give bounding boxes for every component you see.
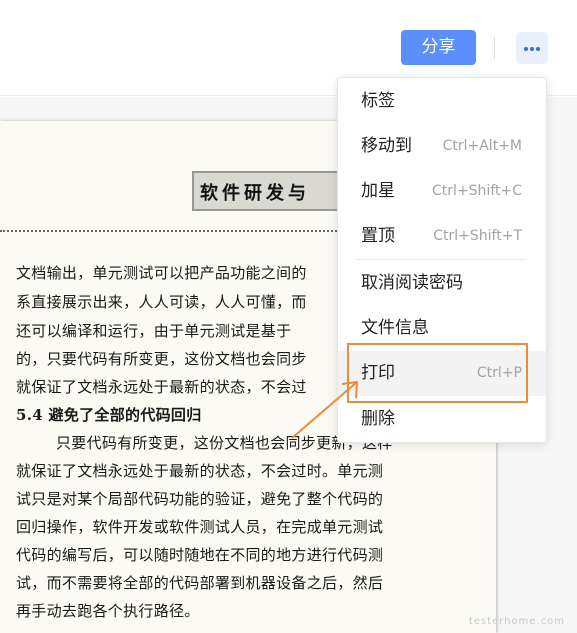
menu-item-label: 删除 — [361, 409, 395, 429]
menu-item-remove-password[interactable]: 取消阅读密码 — [338, 261, 546, 306]
menu-item-shortcut: Ctrl+Shift+C — [432, 183, 522, 199]
menu-item-label: 置顶 — [361, 226, 395, 246]
text-line: 再手动去跑各个执行路径。 — [16, 602, 200, 620]
chapter-title: 软件研发与 — [200, 183, 310, 204]
menu-item-tags[interactable]: 标签 — [338, 79, 546, 124]
menu-item-move-to[interactable]: 移动到 Ctrl+Alt+M — [338, 124, 546, 169]
menu-item-pin-top[interactable]: 置顶 Ctrl+Shift+T — [338, 214, 546, 259]
menu-item-label: 打印 — [361, 363, 395, 383]
text-line: 试，而不需要将全部的代码部署到机器设备之后，然后 — [16, 574, 384, 592]
text-line: 文档输出，单元测试可以把产品功能之间的 — [16, 264, 307, 282]
menu-item-label: 移动到 — [361, 136, 412, 156]
text-line: 就保证了文档永远处于最新的状态，不会过 — [16, 378, 307, 396]
more-horizontal-icon — [536, 47, 540, 51]
watermark: testerhome.com — [468, 616, 565, 627]
text-line: 系直接展示出来，人人可读，人人可懂，而 — [16, 293, 307, 311]
menu-item-print[interactable]: 打印 Ctrl+P — [338, 351, 546, 396]
toolbar-divider — [494, 37, 495, 59]
text-line: 试只是对某个局部代码功能的验证，避免了整个代码的 — [16, 490, 384, 508]
more-horizontal-icon — [530, 47, 534, 51]
more-options-button[interactable] — [516, 32, 548, 64]
more-horizontal-icon — [524, 47, 528, 51]
more-options-menu: 标签 移动到 Ctrl+Alt+M 加星 Ctrl+Shift+C 置顶 Ctr… — [337, 77, 547, 443]
chapter-header: 软件研发与 — [192, 171, 342, 211]
menu-item-label: 文件信息 — [361, 318, 429, 338]
menu-item-shortcut: Ctrl+P — [476, 365, 522, 381]
menu-item-star[interactable]: 加星 Ctrl+Shift+C — [338, 169, 546, 214]
section-heading: 5.4 避免了全部的代码回归 — [16, 406, 202, 424]
text-line: 的，只要代码有所变更，这份文档也会同步 — [16, 350, 307, 368]
menu-item-file-info[interactable]: 文件信息 — [338, 306, 546, 351]
text-line: 还可以编译和运行，由于单元测试是基于 — [16, 322, 292, 340]
menu-item-label: 加星 — [361, 181, 395, 201]
text-line: 就保证了文档永远处于最新的状态，不会过时。单元测 — [16, 462, 384, 480]
menu-item-shortcut: Ctrl+Shift+T — [433, 228, 522, 244]
menu-item-delete[interactable]: 删除 — [338, 397, 546, 442]
text-line: 回归操作，软件开发或软件测试人员，在完成单元测试 — [16, 518, 384, 536]
menu-divider — [356, 259, 526, 260]
text-line: 代码的编写后，可以随时随地在不同的地方进行代码测 — [16, 546, 384, 564]
share-button[interactable]: 分享 — [401, 30, 476, 65]
menu-item-label: 标签 — [361, 91, 395, 111]
menu-item-label: 取消阅读密码 — [361, 273, 463, 293]
menu-item-shortcut: Ctrl+Alt+M — [442, 138, 522, 154]
